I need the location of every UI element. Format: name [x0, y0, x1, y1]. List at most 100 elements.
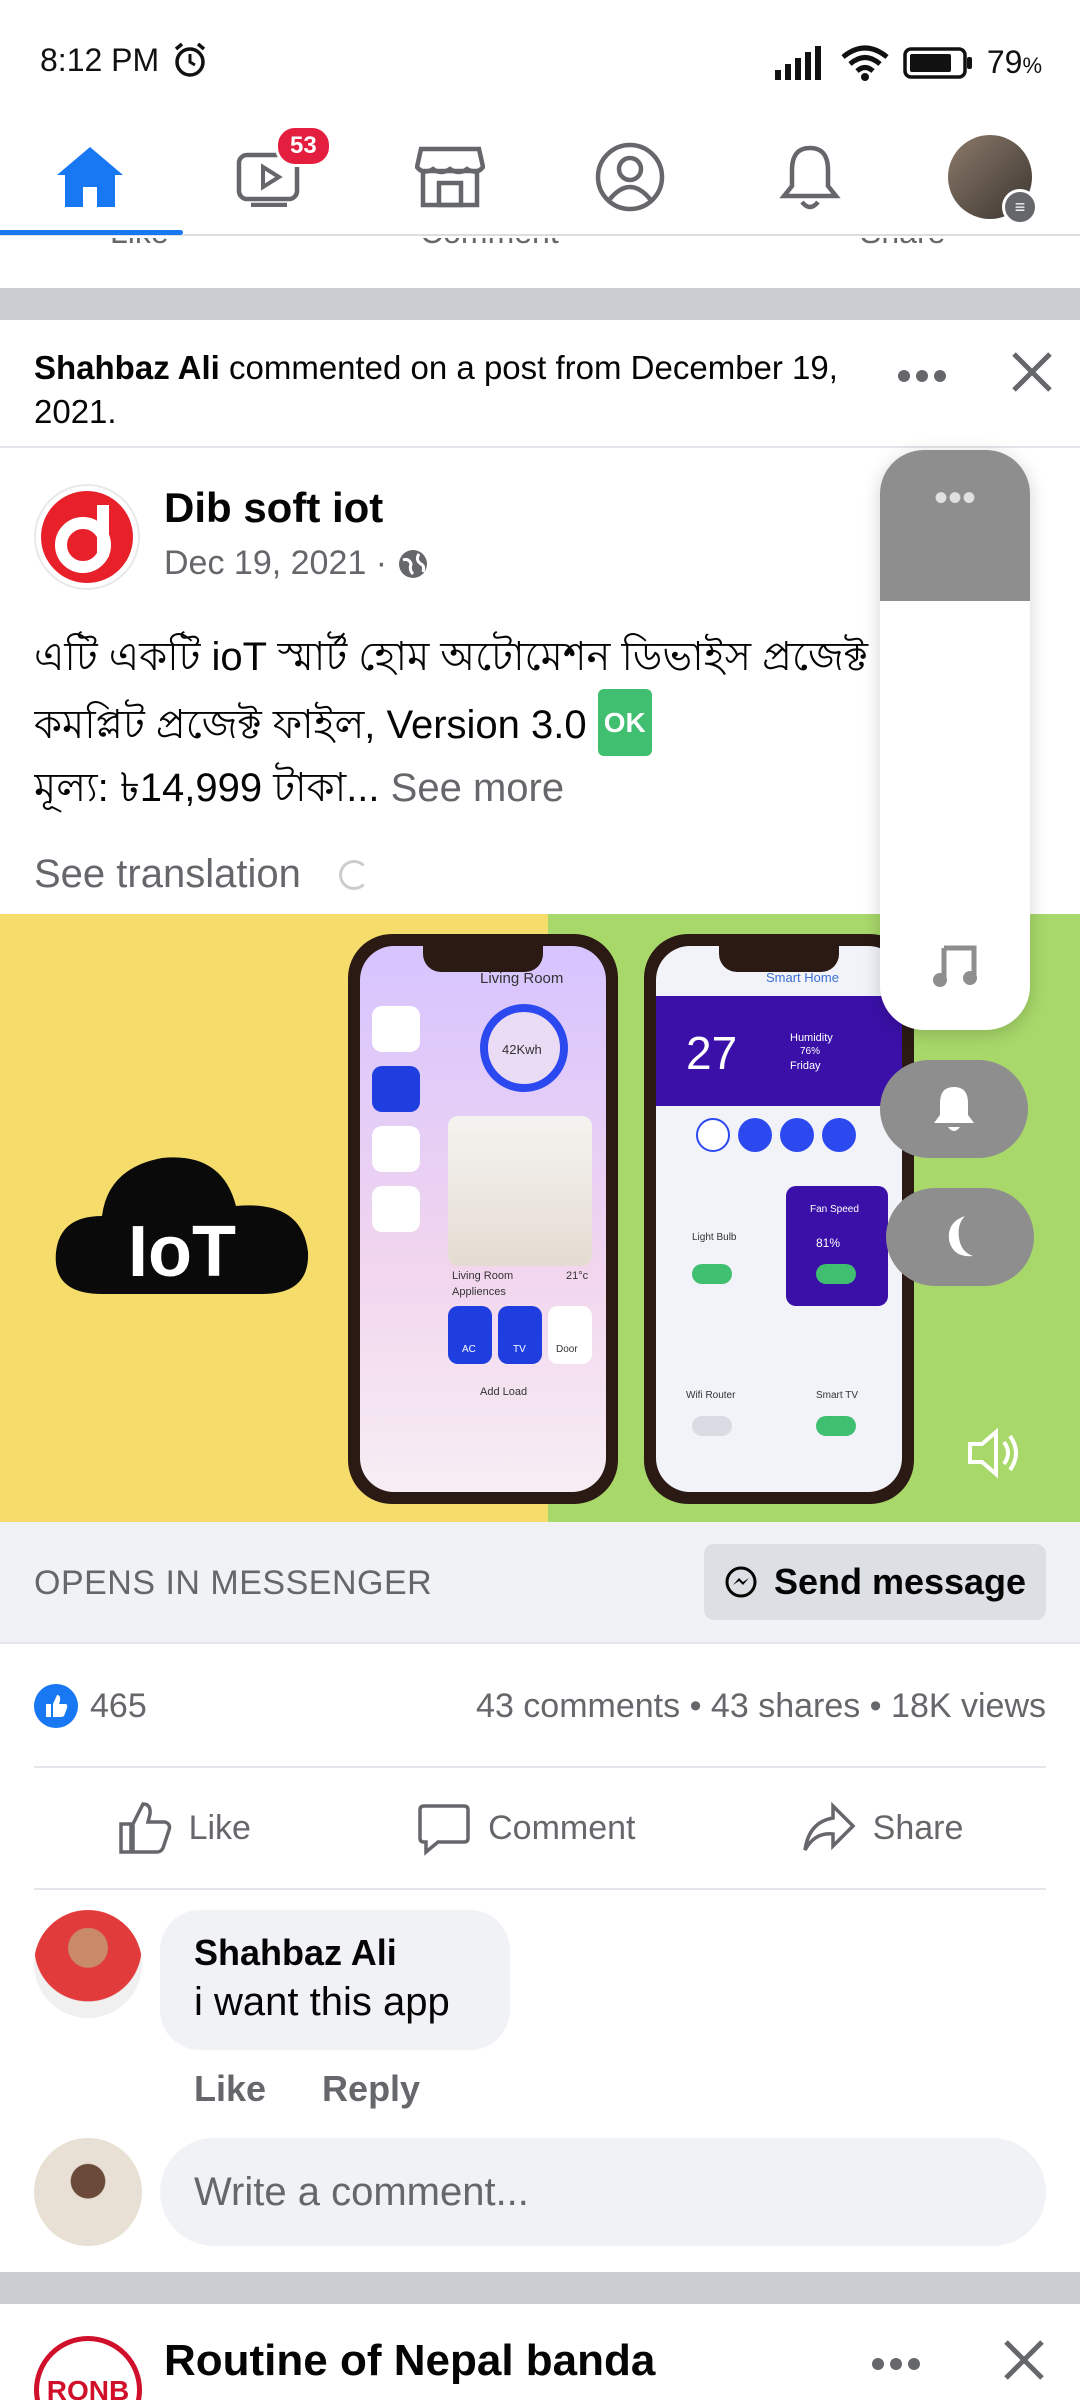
moon-icon [948, 1216, 973, 1257]
comment-bubble[interactable]: Shahbaz Ali i want this app [160, 1910, 510, 2050]
thumbs-up-icon [118, 1802, 171, 1854]
share-button[interactable]: Share [801, 1800, 963, 1856]
comment-like-button[interactable]: Like [194, 2068, 266, 2110]
bed-icon [372, 1066, 420, 1112]
phone2-mode-buttons [696, 1118, 856, 1152]
post-stats[interactable]: 43 comments • 43 shares • 18K views [476, 1687, 1046, 1726]
prev-share-button[interactable]: Share [860, 238, 945, 251]
post-actions: Like Comment Share [34, 1766, 1046, 1890]
status-icons: 79% [774, 44, 1042, 81]
section-divider [0, 288, 1080, 320]
post-date: Dec 19, 2021 · [164, 544, 429, 583]
tab-notifications[interactable] [745, 119, 875, 235]
video-badge: 53 [275, 125, 332, 167]
phone1-add-load: Add Load [480, 1386, 528, 1398]
phone2-title: Smart Home [766, 970, 839, 985]
ring-mode-button[interactable] [880, 1060, 1028, 1158]
phone2-fan-speed: Fan Speed [810, 1204, 859, 1215]
loading-spinner-icon [338, 859, 369, 890]
close-icon[interactable] [1000, 2336, 1048, 2384]
phone1-ac: AC [462, 1344, 476, 1355]
phone-notch [719, 946, 839, 972]
send-message-button[interactable]: Send message [704, 1544, 1046, 1620]
phone-screen-2: Smart Home 27 Humidity 76% Friday Light … [656, 946, 902, 1492]
prev-comment-button[interactable]: Comment [420, 238, 559, 251]
marketplace-icon [415, 146, 485, 208]
messenger-icon [725, 1566, 757, 1598]
share-icon [802, 1801, 856, 1851]
phone1-title: Living Room [480, 970, 564, 987]
volume-icon[interactable] [966, 1424, 1024, 1482]
more-options-icon[interactable] [870, 2356, 922, 2372]
phone1-door: Door [556, 1344, 578, 1355]
phone-screen-1: Living Room 42Kwh Living Room 21°c Appli… [360, 946, 606, 1492]
volume-slider[interactable]: ••• [880, 450, 1030, 1030]
alarm-icon [175, 42, 206, 77]
page-name[interactable]: Dib soft iot [164, 484, 383, 532]
more-options-icon[interactable] [896, 368, 948, 384]
ok-emoji: OK [597, 689, 652, 756]
building-icon [372, 1126, 420, 1172]
battery-icon [903, 46, 972, 79]
user-avatar [34, 2138, 142, 2246]
tab-marketplace[interactable] [385, 119, 515, 235]
next-post-title[interactable]: Routine of Nepal banda [164, 2336, 655, 2386]
phone1-appliances: Appliences [452, 1286, 506, 1298]
tab-home[interactable] [0, 119, 183, 235]
door-tile [548, 1306, 592, 1364]
phone-notch [423, 946, 543, 972]
tab-profile[interactable] [565, 119, 695, 235]
reactions-bar[interactable]: 465 43 comments • 43 shares • 18K views [34, 1680, 1046, 1732]
avatar: ≡ [948, 135, 1038, 225]
iot-cloud-icon: IoT [55, 1157, 309, 1294]
volume-menu-icon[interactable]: ••• [880, 478, 1030, 518]
status-bar: 8:12 PM 79% [0, 0, 1080, 120]
see-translation-link[interactable]: See translation [34, 852, 369, 897]
page-logo[interactable] [34, 484, 140, 590]
close-icon[interactable] [1008, 348, 1056, 396]
ac-tile [448, 1306, 492, 1364]
activity-notice: Shahbaz Ali commented on a post from Dec… [0, 320, 1080, 448]
comment-icon [418, 1804, 470, 1856]
phone-mockup-2: Smart Home 27 Humidity 76% Friday Light … [644, 934, 914, 1504]
phone2-temp: 27 [686, 1027, 738, 1079]
status-time: 8:12 PM [40, 41, 160, 78]
next-logo-text: RONB [46, 2375, 130, 2400]
do-not-disturb-button[interactable] [886, 1188, 1034, 1286]
next-post-logo[interactable]: RONB [34, 2336, 142, 2400]
commenter-avatar[interactable] [34, 1910, 142, 2018]
cta-label: OPENS IN MESSENGER [34, 1564, 433, 1602]
comment-input[interactable] [160, 2138, 1046, 2246]
bath-icon [372, 1006, 420, 1052]
reaction-count: 465 [90, 1686, 147, 1725]
power-mode-icon [738, 1118, 772, 1152]
see-more-link[interactable]: See more [380, 766, 564, 810]
comment-author[interactable]: Shahbaz Ali [194, 1932, 476, 1974]
phone1-room-label: Living Room [452, 1270, 514, 1282]
phone2-fan-value: 81% [816, 1236, 841, 1250]
phone2-smart-tv: Smart TV [816, 1390, 859, 1401]
phone2-wifi-router: Wifi Router [686, 1390, 736, 1401]
volume-slider-track [880, 450, 1030, 601]
comment-text: i want this app [194, 1980, 450, 2024]
room-photo [448, 1116, 592, 1266]
previous-post-actions: Like Comment Share [0, 238, 1080, 288]
music-note-icon [933, 945, 977, 987]
comment-button[interactable]: Comment [416, 1800, 636, 1856]
bell-mode-icon [696, 1118, 730, 1152]
phone2-humidity: Humidity [790, 1032, 833, 1044]
globe-icon [399, 549, 428, 578]
phone2-humidity-value: 76% [800, 1046, 821, 1057]
menu-icon: ≡ [1002, 189, 1038, 225]
like-button[interactable]: Like [117, 1800, 251, 1856]
phone1-temp: 21°c [566, 1270, 589, 1282]
prev-like-button[interactable]: Like [110, 238, 169, 251]
signal-icon [774, 45, 821, 80]
tab-menu[interactable]: ≡ [925, 119, 1055, 235]
dib-logo-icon [41, 491, 133, 583]
comment-actions: Like Reply [194, 2068, 420, 2110]
phone1-sidebar [372, 1006, 420, 1232]
tab-video[interactable]: 53 [205, 119, 335, 235]
sofa-icon [372, 1186, 420, 1232]
comment-reply-button[interactable]: Reply [322, 2068, 420, 2110]
